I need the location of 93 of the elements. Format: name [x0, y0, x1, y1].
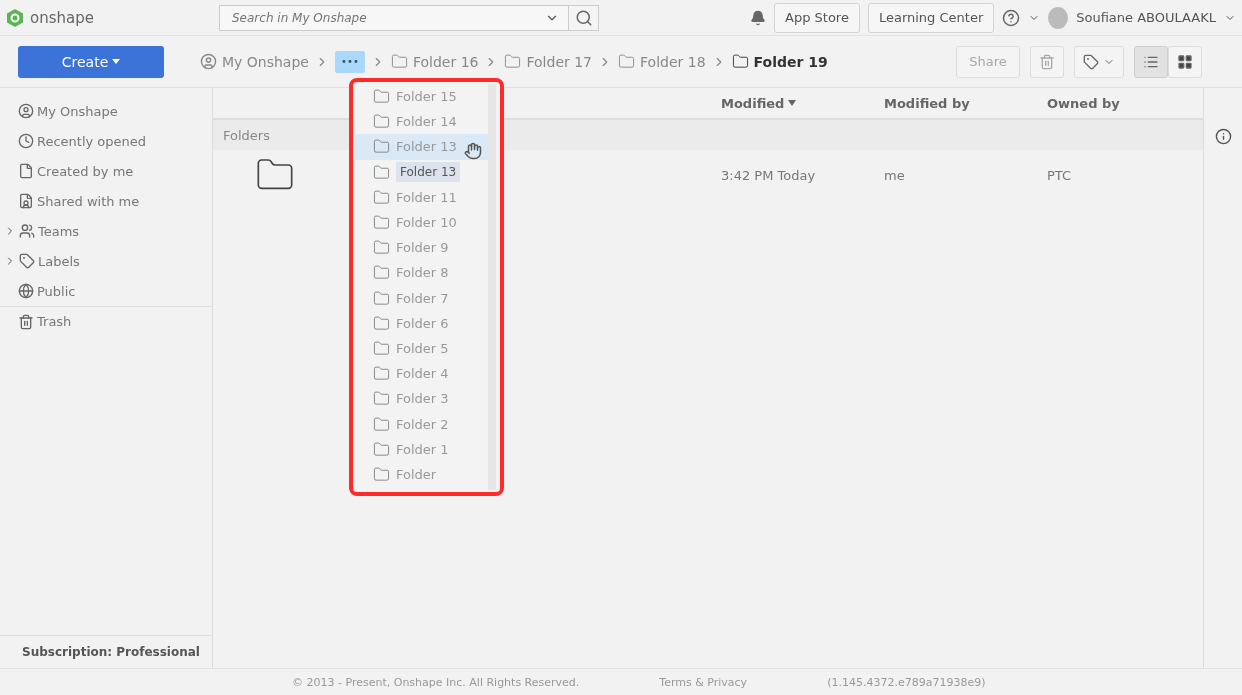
user-circle-icon [18, 103, 34, 119]
breadcrumb-link[interactable]: Folder 19 [731, 53, 828, 70]
breadcrumb-link[interactable]: Folder 17 [504, 53, 592, 70]
folder-icon [373, 365, 390, 383]
terms-link[interactable]: Terms & Privacy [659, 675, 748, 689]
sidebar-item[interactable]: Trash [37, 314, 72, 329]
dropdown-item[interactable]: Folder 4 [355, 361, 488, 387]
folder-icon [373, 264, 390, 282]
caret-icon [112, 59, 121, 64]
folder-icon [373, 339, 390, 357]
folder-icon [373, 188, 390, 206]
folder-icon [390, 53, 408, 70]
folder-icon [373, 314, 390, 332]
dropdown-item[interactable]: Folder 1 [355, 436, 488, 462]
user-circle-icon [200, 53, 217, 70]
dropdown-item[interactable]: Folder 6 [355, 310, 488, 336]
dropdown-item[interactable]: Folder 7 [355, 285, 488, 311]
create-button[interactable]: Create [18, 45, 164, 78]
sidebar-item[interactable]: Teams [38, 223, 80, 239]
folder-icon [373, 390, 390, 408]
sidebar-item[interactable]: Created by me [37, 163, 134, 179]
search-icon [574, 8, 593, 27]
sidebar-item[interactable]: My Onshape [37, 103, 118, 119]
people-icon [19, 223, 35, 239]
sort-icon [788, 100, 797, 106]
folder-icon [373, 415, 390, 433]
dropdown-item[interactable]: Folder 10 [355, 209, 488, 236]
user-name[interactable]: Soufiane ABOULAAKL [1076, 10, 1216, 25]
version-text: (1.145.4372.e789a71938e9) [827, 675, 986, 689]
table-cell-text: PTC [1047, 167, 1073, 183]
copyright-text: © 2013 - Present, Onshape Inc. All Rights Reserved. [292, 675, 580, 689]
dropdown-item[interactable]: Folder 2 [355, 411, 488, 437]
sidebar-item[interactable]: Public [37, 283, 76, 299]
sidebar-item[interactable]: Recently opened [37, 133, 147, 149]
sidebar-item[interactable]: Shared with me [37, 193, 140, 209]
folder-icon [618, 53, 635, 70]
more-button[interactable]: ••• [334, 50, 365, 73]
dropdown-item[interactable]: Folder 14 [355, 109, 488, 135]
shared-document-icon [18, 193, 34, 209]
trash-icon [18, 313, 34, 330]
folder-icon [373, 113, 390, 131]
tag-button[interactable] [1074, 45, 1124, 78]
document-icon [18, 163, 34, 179]
help-icon[interactable] [1002, 8, 1021, 27]
scrollbar[interactable] [488, 84, 496, 490]
dropdown-item[interactable]: Folder 13 [355, 159, 488, 185]
breadcrumb-link[interactable]: Folder 18 [618, 53, 706, 70]
dropdown-item[interactable]: Folder 9 [355, 235, 488, 261]
folder-icon [373, 289, 390, 307]
header-button[interactable]: App Store [774, 2, 860, 33]
bell-icon[interactable] [750, 9, 766, 26]
folder-icon [731, 53, 749, 70]
globe-icon [18, 283, 34, 299]
table-cell-text: me [884, 167, 906, 183]
search-button[interactable] [569, 4, 599, 31]
column-header[interactable]: Modified [721, 95, 785, 111]
dropdown-item[interactable]: Folder 3 [355, 386, 488, 412]
trash-icon [1039, 53, 1055, 70]
tag-icon [1083, 53, 1099, 70]
subscription-label: Subscription: Professional [22, 645, 200, 659]
dropdown-item[interactable]: Folder 15 [355, 84, 488, 110]
folder-icon [373, 88, 390, 106]
info-icon[interactable] [1214, 128, 1232, 145]
breadcrumb-link[interactable]: My Onshape [200, 53, 309, 70]
tag-icon [19, 253, 35, 269]
hand-cursor-icon [464, 142, 482, 161]
sidebar-item[interactable]: Labels [38, 253, 80, 269]
column-header[interactable]: Modified by [884, 95, 970, 111]
section-heading: Folders [223, 127, 270, 143]
dropdown-item[interactable]: Folder 13 [355, 134, 488, 160]
folder-icon [373, 138, 390, 156]
folder-icon [373, 214, 390, 232]
folder-icon [373, 163, 390, 181]
table-cell-text: 3:42 PM Today [721, 167, 817, 183]
breadcrumb-link[interactable]: Folder 16 [390, 53, 479, 70]
dropdown-item[interactable]: Folder [355, 461, 488, 487]
drag-label: Folder 13 [396, 162, 461, 183]
clock-icon [18, 133, 34, 149]
header-button[interactable]: Learning Center [867, 2, 995, 33]
folder-icon [373, 465, 390, 483]
dropdown-item[interactable]: Folder 11 [355, 184, 488, 210]
column-header[interactable]: Owned by [1047, 95, 1120, 111]
dropdown-item[interactable]: Folder 8 [355, 260, 488, 286]
logo-icon [6, 7, 24, 28]
app-name: onshape [30, 8, 94, 27]
dropdown-item[interactable]: Folder 5 [355, 335, 488, 362]
grid-view-button[interactable] [1168, 45, 1202, 78]
delete-button[interactable] [1030, 45, 1064, 78]
folder-icon [373, 440, 390, 458]
grid-icon [1177, 53, 1193, 70]
folder-icon [504, 53, 522, 70]
search-field[interactable]: Search in My Onshape [219, 4, 569, 31]
folder-icon [373, 239, 390, 257]
